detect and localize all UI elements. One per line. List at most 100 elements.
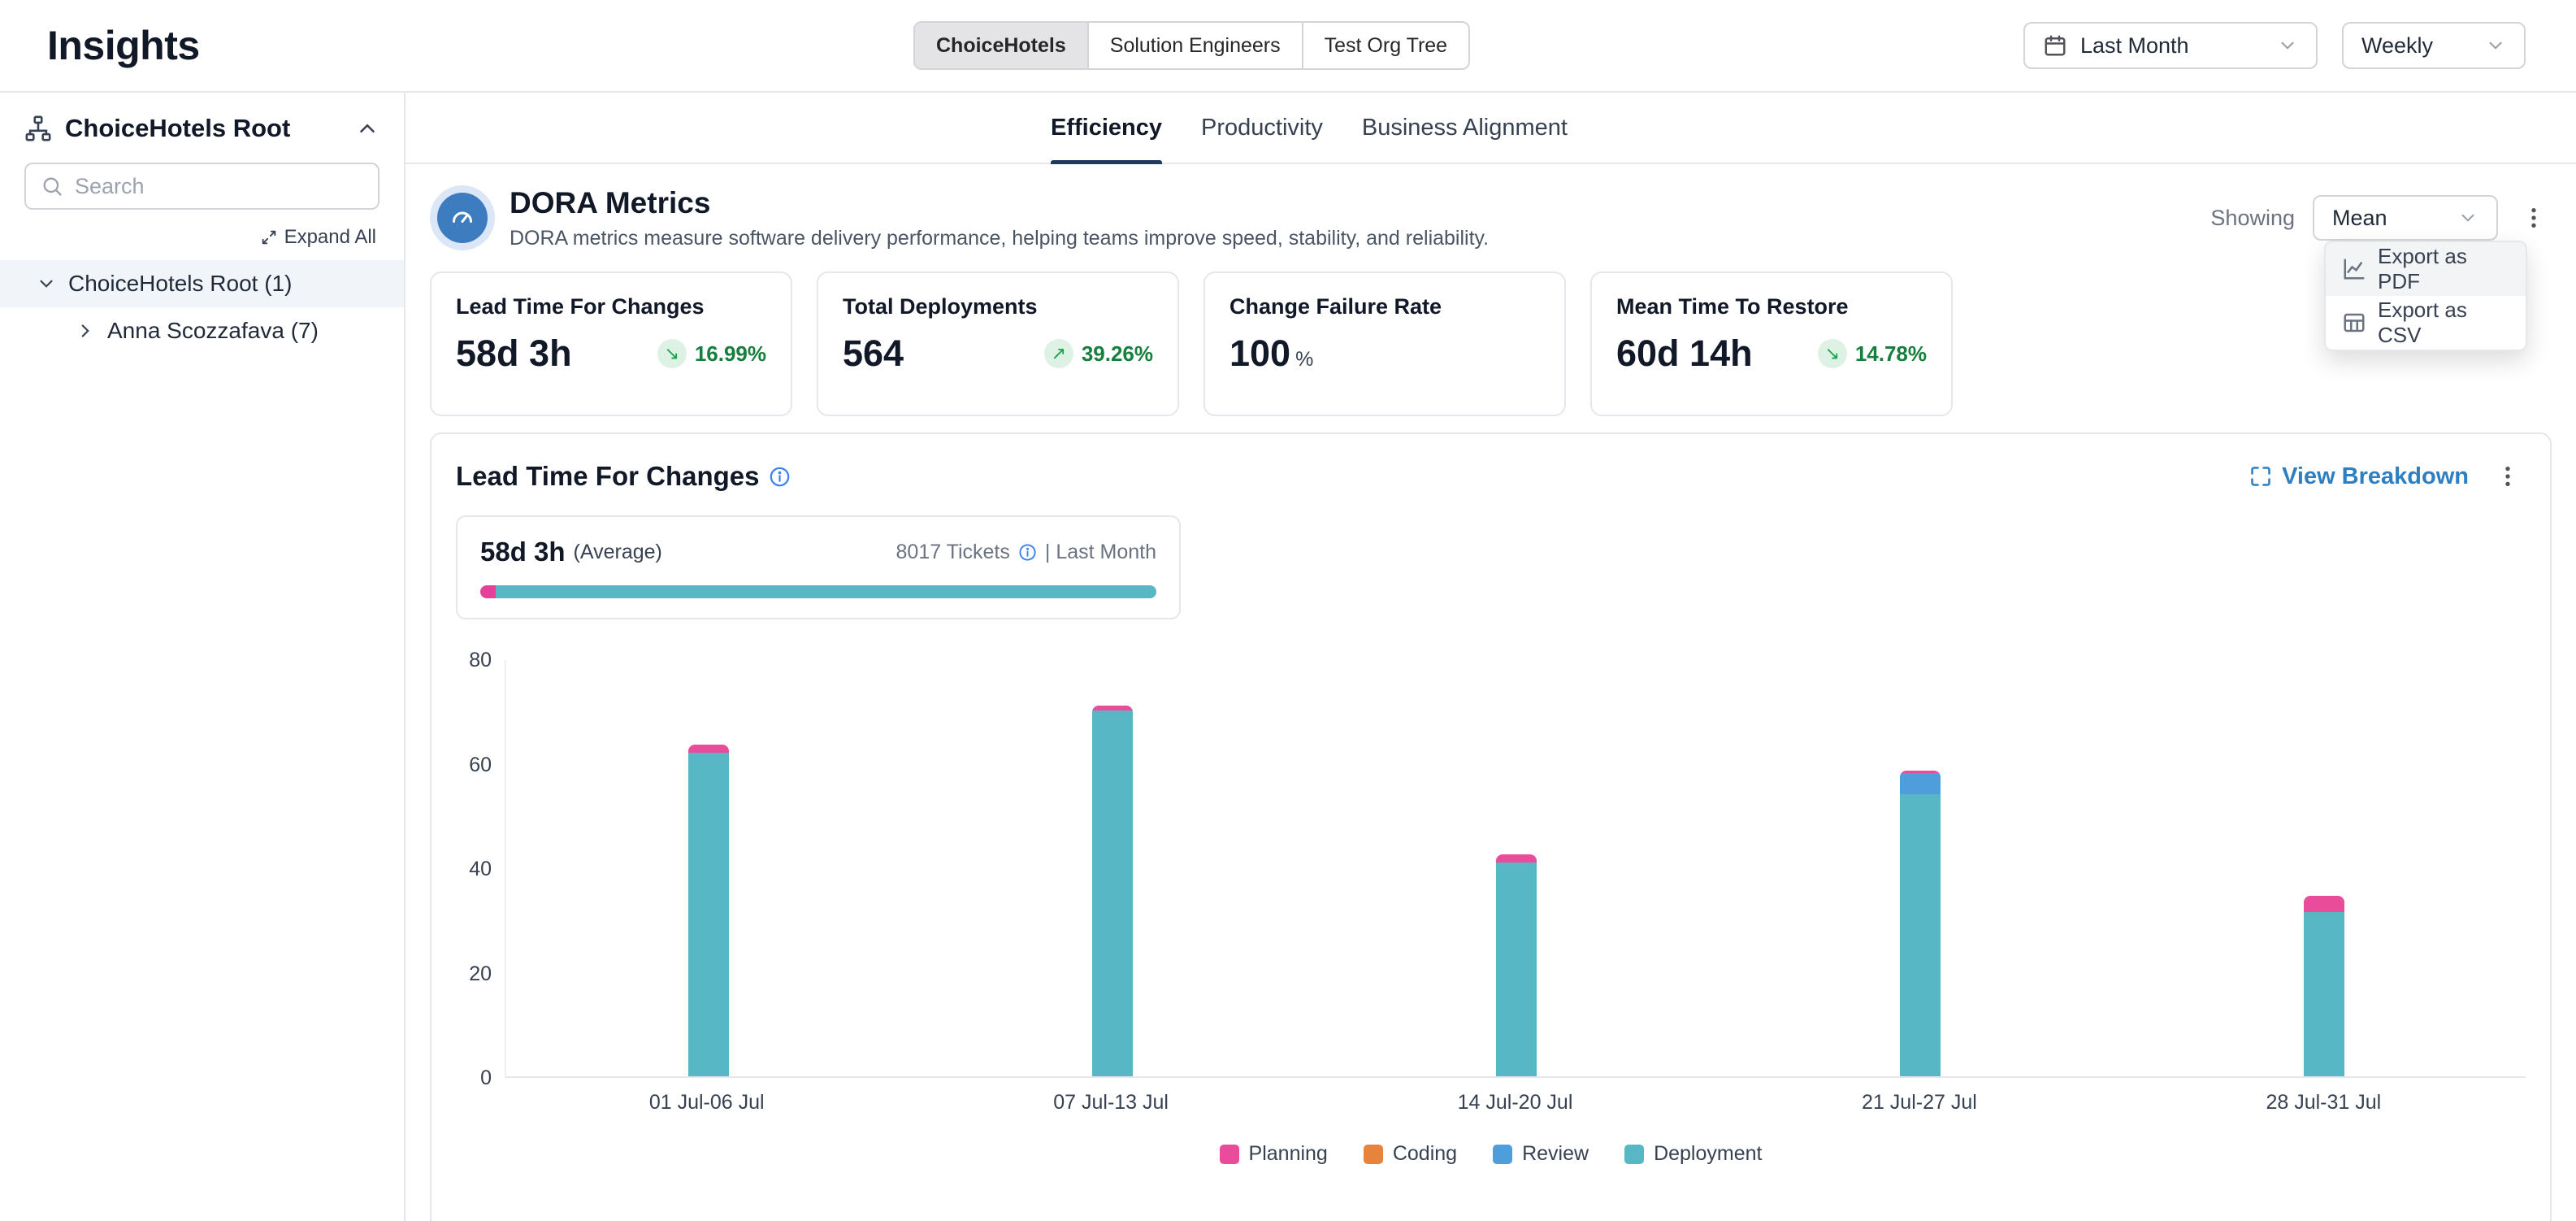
bar-segment-deployment[interactable] <box>1496 863 1537 1076</box>
y-axis-tick: 20 <box>469 962 492 985</box>
tree-item-label: ChoiceHotels Root (1) <box>68 271 292 297</box>
dora-badge <box>430 185 495 250</box>
content-area: DORA Metrics DORA metrics measure softwa… <box>405 164 2576 1221</box>
chart-column <box>506 660 910 1076</box>
stacked-bar[interactable] <box>1496 854 1537 1076</box>
metric-title: Mean Time To Restore <box>1616 294 1927 319</box>
metric-value: 100% <box>1229 332 1313 375</box>
metric-trend: ↘ 14.78% <box>1818 339 1927 368</box>
main-content: Efficiency Productivity Business Alignme… <box>405 93 2576 1221</box>
menu-item-export-csv[interactable]: Export as CSV <box>2326 296 2526 350</box>
info-icon[interactable] <box>769 466 791 488</box>
x-axis-label: 01 Jul-06 Jul <box>505 1091 909 1115</box>
stacked-bar[interactable] <box>688 745 729 1076</box>
card-change-failure-rate: Change Failure Rate 100% <box>1203 272 1566 416</box>
org-tab-solution-engineers[interactable]: Solution Engineers <box>1089 23 1303 68</box>
bar-segment-review[interactable] <box>1900 773 1941 794</box>
table-icon <box>2342 311 2366 335</box>
org-tab-test-org-tree[interactable]: Test Org Tree <box>1303 23 1468 68</box>
trend-down-arrow-icon: ↘ <box>657 339 687 368</box>
dora-title: DORA Metrics <box>510 186 1489 220</box>
search-icon <box>41 175 63 198</box>
granularity-select[interactable]: Weekly <box>2342 22 2526 69</box>
progress-segment-deployment <box>496 585 1156 598</box>
dora-kebab-menu-button[interactable] <box>2516 200 2552 236</box>
sidebar-collapse-button[interactable] <box>355 116 379 141</box>
legend-item-coding[interactable]: Coding <box>1364 1142 1457 1166</box>
view-breakdown-button[interactable]: View Breakdown <box>2249 463 2469 490</box>
aggregation-value: Mean <box>2332 206 2444 231</box>
bar-segment-planning[interactable] <box>688 745 729 753</box>
stacked-bar[interactable] <box>1900 771 1941 1076</box>
aggregation-select[interactable]: Mean <box>2313 195 2498 241</box>
x-axis-label: 14 Jul-20 Jul <box>1313 1091 1717 1115</box>
legend-item-review[interactable]: Review <box>1493 1142 1589 1166</box>
summary-qualifier: (Average) <box>574 541 662 564</box>
tree-item-label: Anna Scozzafava (7) <box>107 318 319 344</box>
legend-label: Review <box>1522 1142 1589 1166</box>
tab-productivity[interactable]: Productivity <box>1201 93 1323 163</box>
chevron-down-icon[interactable] <box>36 273 57 294</box>
chevron-right-icon[interactable] <box>75 320 96 341</box>
progress-segment-planning <box>480 585 496 598</box>
expand-all-button[interactable]: Expand All <box>260 226 376 249</box>
card-lead-time-for-changes: Lead Time For Changes 58d 3h ↘ 16.99% <box>430 272 792 416</box>
sidebar-search <box>24 163 379 210</box>
sidebar-header: ChoiceHotels Root <box>0 93 404 161</box>
org-tab-label: Test Org Tree <box>1325 34 1447 58</box>
bar-segment-deployment[interactable] <box>1900 794 1941 1076</box>
legend-item-planning[interactable]: Planning <box>1220 1142 1328 1166</box>
tickets-count: 8017 Tickets <box>896 541 1010 564</box>
chevron-down-icon <box>2457 207 2478 228</box>
legend-label: Planning <box>1249 1142 1328 1166</box>
bar-segment-deployment[interactable] <box>2304 912 2344 1076</box>
chart-column <box>1314 660 1718 1076</box>
menu-item-export-pdf[interactable]: Export as PDF <box>2326 242 2526 296</box>
dora-description: DORA metrics measure software delivery p… <box>510 227 1489 250</box>
legend-item-deployment[interactable]: Deployment <box>1624 1142 1762 1166</box>
bar-segment-planning[interactable] <box>1496 854 1537 863</box>
dora-gauge-icon <box>437 193 488 243</box>
bar-segment-deployment[interactable] <box>688 753 729 1076</box>
metric-value: 564 <box>843 332 904 375</box>
date-range-select[interactable]: Last Month <box>2023 22 2318 69</box>
chart-x-labels: 01 Jul-06 Jul07 Jul-13 Jul14 Jul-20 Jul2… <box>505 1091 2526 1115</box>
dora-header: DORA Metrics DORA metrics measure softwa… <box>430 185 2552 250</box>
tab-business-alignment[interactable]: Business Alignment <box>1362 93 1568 163</box>
menu-item-label: Export as PDF <box>2378 244 2509 294</box>
stacked-bar[interactable] <box>1092 706 1133 1076</box>
expand-all-label: Expand All <box>284 226 376 249</box>
lead-time-kebab-menu-button[interactable] <box>2490 458 2526 494</box>
y-axis-tick: 0 <box>480 1067 492 1089</box>
tab-efficiency[interactable]: Efficiency <box>1051 93 1162 163</box>
metric-trend: ↘ 16.99% <box>657 339 766 368</box>
lead-time-chart: 020406080 01 Jul-06 Jul07 Jul-13 Jul14 J… <box>456 660 2526 1115</box>
org-tree-icon <box>24 115 52 142</box>
info-icon[interactable] <box>1018 543 1037 562</box>
trend-percentage: 16.99% <box>695 341 766 367</box>
metric-title: Change Failure Rate <box>1229 294 1540 319</box>
summary-progress-bar <box>480 585 1156 598</box>
kebab-icon <box>2495 463 2521 489</box>
metric-trend: ↗ 39.26% <box>1044 339 1153 368</box>
search-input[interactable] <box>75 174 363 199</box>
page-title: Insights <box>47 22 200 69</box>
dora-controls: Showing Mean <box>2210 195 2552 241</box>
metric-title: Lead Time For Changes <box>456 294 766 319</box>
tree-item-anna-scozzafava[interactable]: Anna Scozzafava (7) <box>0 307 404 354</box>
trend-percentage: 14.78% <box>1855 341 1927 367</box>
tree-item-choicehotels-root[interactable]: ChoiceHotels Root (1) <box>0 260 404 307</box>
bar-segment-deployment[interactable] <box>1092 710 1133 1076</box>
card-total-deployments: Total Deployments 564 ↗ 39.26% <box>817 272 1179 416</box>
date-range-value: Last Month <box>2080 33 2264 59</box>
section-title: Lead Time For Changes <box>456 461 759 492</box>
chevron-down-icon <box>2485 35 2506 56</box>
chart-plot <box>505 660 2526 1078</box>
legend-label: Deployment <box>1654 1142 1762 1166</box>
legend-swatch <box>1493 1145 1512 1164</box>
bar-segment-planning[interactable] <box>2304 896 2344 911</box>
stacked-bar[interactable] <box>2304 896 2344 1076</box>
line-chart-icon <box>2342 257 2366 281</box>
granularity-value: Weekly <box>2361 33 2472 59</box>
org-tab-choicehotels[interactable]: ChoiceHotels <box>915 23 1089 68</box>
